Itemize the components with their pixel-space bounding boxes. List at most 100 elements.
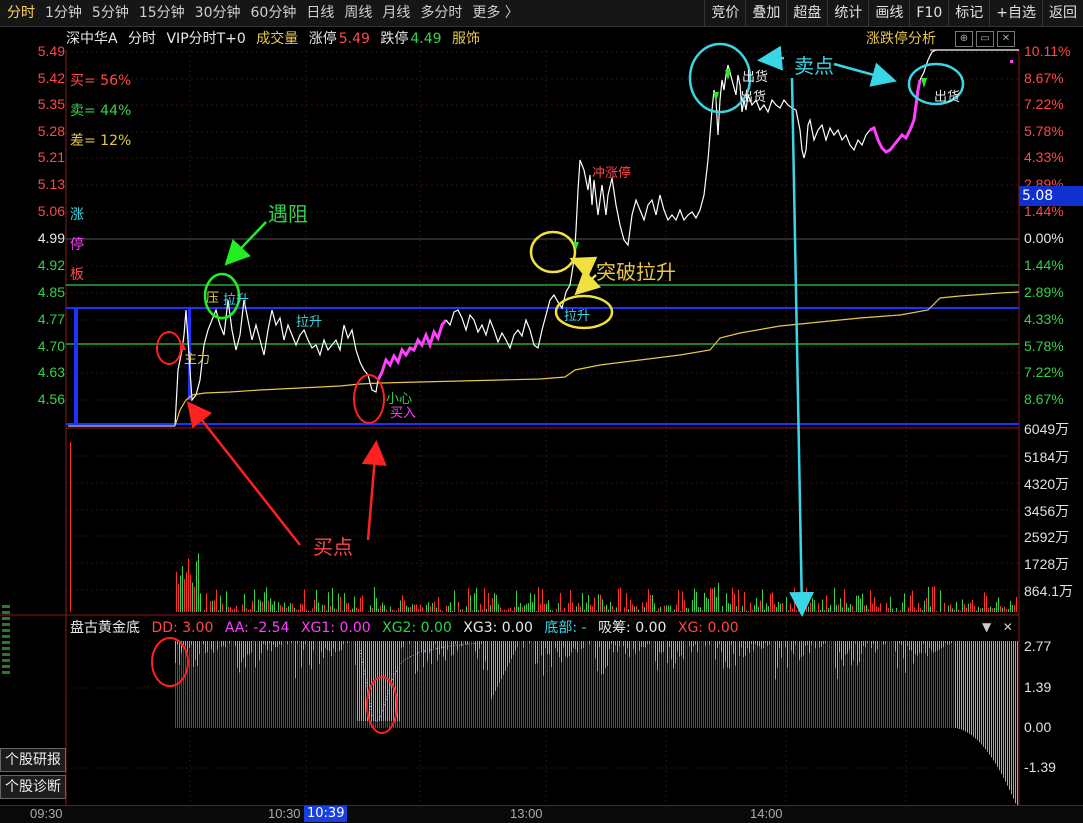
stock-report-button[interactable]: 个股研报	[0, 748, 66, 772]
volume-bar	[948, 605, 949, 612]
volume-bar	[702, 610, 703, 612]
indicator-cyan-bar	[437, 641, 438, 661]
volume-bar	[830, 604, 831, 612]
indicator-cyan-bar	[1003, 728, 1004, 778]
indicator-cyan-bar	[543, 641, 544, 676]
indicator-cyan-bar	[347, 641, 348, 644]
volume-bar	[252, 601, 253, 612]
indicator-cyan-bar	[629, 641, 630, 658]
indicator-cyan-bar	[705, 641, 706, 647]
volume-bar	[184, 579, 185, 612]
time-label-0930: 09:30	[30, 806, 63, 821]
indicator-cyan-bar	[485, 641, 486, 662]
indicator-red-bar	[281, 641, 282, 728]
indicator-cyan-bar	[991, 728, 992, 758]
volume-bar	[378, 608, 379, 612]
indicator-red-bar	[225, 641, 226, 728]
indicator-red-bar	[945, 641, 946, 728]
volume-bar	[272, 604, 273, 612]
indicator-cyan-bar	[319, 641, 320, 664]
indicator-red-bar	[875, 641, 876, 728]
indicator-red-bar	[637, 641, 638, 728]
indicator-cyan-bar	[395, 641, 396, 721]
indicator-cyan-bar	[717, 641, 718, 648]
indicator-cyan-bar	[729, 641, 730, 669]
indicator-cyan-bar	[983, 728, 984, 747]
indicator-cyan-bar	[321, 641, 322, 652]
close-icon[interactable]: ✕	[1003, 620, 1013, 634]
volume-bar	[334, 608, 335, 612]
volume-bar	[242, 604, 243, 612]
volume-bar	[852, 605, 853, 612]
indicator-cyan-bar	[281, 641, 282, 646]
indicator-red-bar	[929, 641, 930, 728]
indicator-cyan-bar	[435, 641, 436, 645]
indicator-cyan-bar	[569, 641, 570, 657]
volume-bar	[390, 606, 391, 612]
indicator-red-bar	[481, 641, 482, 728]
indicator-cyan-bar	[851, 641, 852, 666]
indicator-red-bar	[809, 641, 810, 728]
volume-bar	[986, 595, 987, 612]
indicator-red-bar	[267, 641, 268, 728]
volume-bar	[306, 609, 307, 612]
volume-bar	[906, 611, 907, 612]
indicator-red-bar	[313, 641, 314, 728]
volume-bar	[260, 600, 261, 612]
volume-bar	[446, 605, 447, 612]
indicator-cyan-bar	[955, 641, 956, 728]
arrow-tupo-2	[574, 269, 602, 296]
indicator-cyan-bar	[975, 728, 976, 739]
indicator-cyan-bar	[301, 641, 302, 668]
volume-bar	[266, 587, 267, 612]
pct-tick-3: 5.78%	[1024, 123, 1064, 139]
indicator-red-bar	[789, 641, 790, 728]
indicator-cyan-bar	[747, 641, 748, 649]
indicator-red-bar	[707, 641, 708, 728]
indicator-cyan-bar	[853, 641, 854, 661]
volume-bar	[818, 603, 819, 612]
volume-bar	[564, 608, 565, 612]
scroll-handle[interactable]	[0, 605, 12, 685]
indicator-cyan-bar	[791, 641, 792, 651]
indicator-cyan-bar	[937, 641, 938, 651]
volume-bar	[734, 593, 735, 612]
volume-bar	[236, 605, 237, 612]
anno-mairu: 买入	[390, 406, 417, 421]
volume-bar	[736, 606, 737, 612]
indicator-cyan-bar	[615, 641, 616, 646]
volume-bar	[502, 610, 503, 612]
indicator-dd: DD: 3.00	[151, 620, 214, 636]
indicator-cyan-bar	[697, 641, 698, 653]
volume-bar	[840, 598, 841, 612]
indicator-red-bar	[693, 641, 694, 728]
dropdown-icon[interactable]: ▼	[982, 620, 991, 634]
indicator-name[interactable]: 盘古黄金底	[70, 620, 140, 636]
volume-bar	[246, 608, 247, 612]
time-cursor: 10:39	[304, 806, 348, 822]
indicator-red-bar	[425, 641, 426, 728]
indicator-cyan-bar	[991, 641, 992, 728]
price-line-2	[445, 64, 871, 350]
indicator-cyan-bar	[1017, 728, 1018, 809]
indicator-cyan-bar	[821, 641, 822, 647]
current-price-tag: 5.08	[1019, 186, 1083, 206]
indicator-cyan-bar	[279, 641, 280, 645]
volume-bar	[278, 602, 279, 612]
indicator-red-bar	[353, 641, 354, 728]
indicator-red-bar	[839, 641, 840, 728]
indicator-red-bar	[823, 641, 824, 728]
volume-bar	[990, 606, 991, 612]
indicator-cyan-bar	[657, 641, 658, 671]
volume-bar	[302, 604, 303, 612]
indicator-red-bar	[287, 641, 288, 728]
indicator-cyan-bar	[425, 641, 426, 653]
indicator-cyan-bar	[291, 641, 292, 644]
indicator-cyan-bar	[739, 641, 740, 656]
stock-diagnosis-button[interactable]: 个股诊断	[0, 775, 66, 799]
volume-bar	[806, 587, 807, 612]
indicator-cyan-bar	[277, 641, 278, 648]
price-tick-0: 5.49	[37, 43, 65, 59]
volume-bar	[530, 593, 531, 612]
indicator-cyan-bar	[749, 641, 750, 653]
